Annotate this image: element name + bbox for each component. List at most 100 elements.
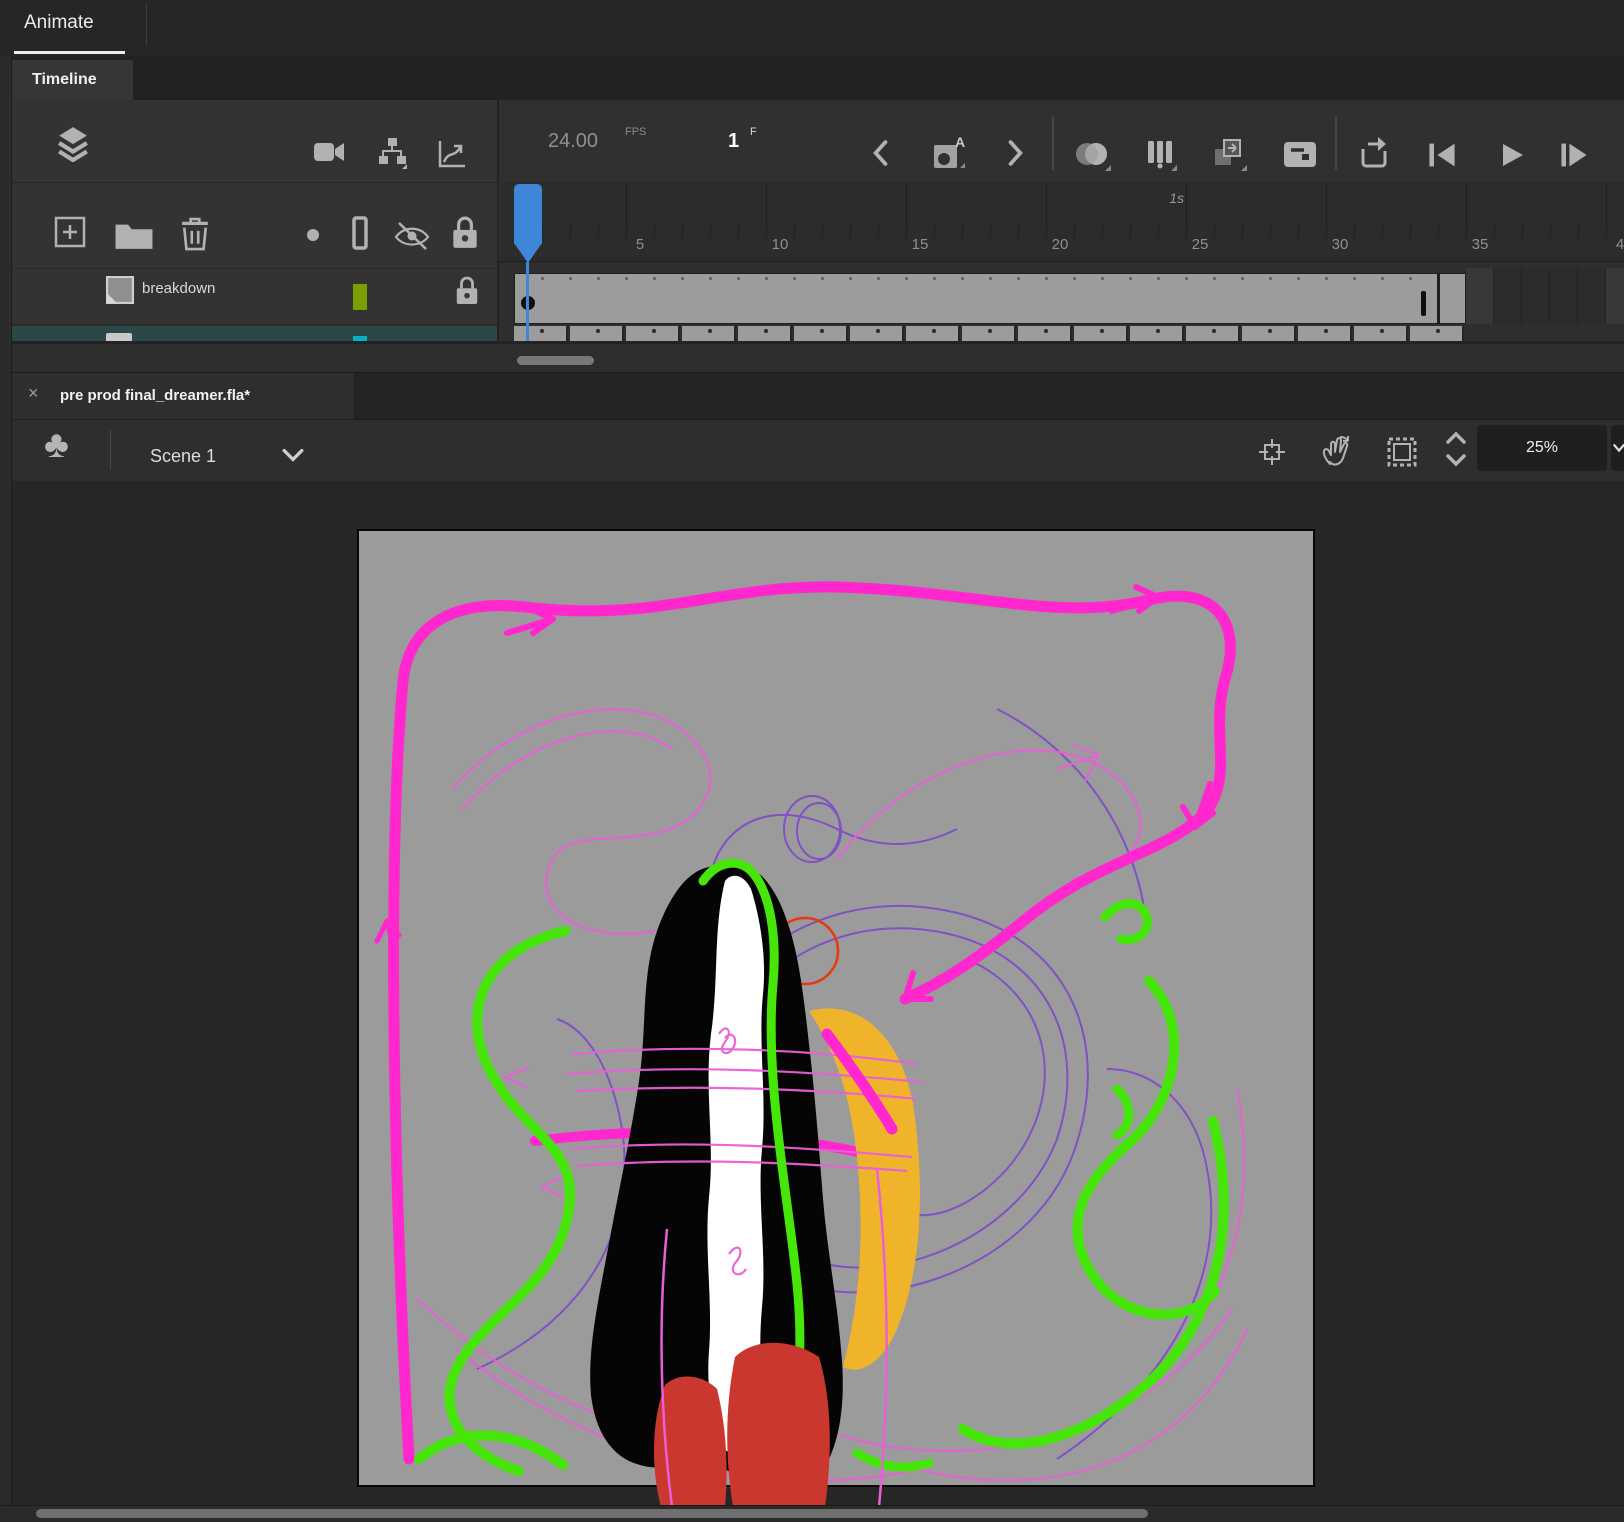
layer-row-breakdown[interactable]: [12, 268, 497, 324]
empty-frame-cell[interactable]: [1466, 268, 1494, 324]
keyframe-cell[interactable]: [1438, 273, 1466, 324]
layer-parenting-icon[interactable]: [376, 136, 408, 170]
ruler-frame-tick: [850, 224, 851, 238]
onion-skin-icon[interactable]: [1074, 140, 1114, 172]
camera-icon[interactable]: [313, 138, 345, 166]
center-stage-icon[interactable]: [1256, 436, 1288, 468]
zoom-stepper[interactable]: [1440, 426, 1472, 472]
loop-playback-icon[interactable]: [1356, 136, 1392, 172]
empty-frame-cell[interactable]: [1522, 268, 1550, 324]
edit-bar: [0, 419, 1624, 481]
ruler-frame-tick: [1102, 224, 1103, 238]
span-frame-dot: [821, 277, 824, 280]
outline-all-layers-icon[interactable]: [351, 216, 369, 250]
close-document-icon[interactable]: ×: [28, 383, 39, 404]
app-top-bar: Animate: [0, 0, 1624, 56]
tab-timeline[interactable]: Timeline: [12, 60, 133, 100]
ruler-frame-label: 30: [1320, 236, 1360, 253]
horizontal-scrollbar-thumb[interactable]: [36, 1509, 1148, 1518]
layer2-cell-dot: [932, 329, 936, 333]
layer-name-label[interactable]: breakdown: [142, 280, 215, 297]
span-frame-dot: [1101, 277, 1104, 280]
scene-breadcrumb[interactable]: Scene 1: [150, 446, 216, 467]
timeline-ruler-seconds[interactable]: [498, 182, 1624, 224]
ruler-second-divider: [1606, 182, 1607, 224]
onion-skin-outlines-icon[interactable]: [1144, 138, 1178, 172]
stage-canvas[interactable]: [357, 529, 1315, 1510]
ruler-second-divider: [1046, 182, 1047, 224]
span-frame-dot: [933, 277, 936, 280]
ruler-frame-tick: [1410, 224, 1411, 238]
new-folder-icon[interactable]: [114, 220, 154, 250]
ruler-frame-tick: [990, 224, 991, 238]
span-frame-dot: [1157, 277, 1160, 280]
lock-all-layers-icon[interactable]: [450, 216, 480, 250]
span-frame-dot: [1325, 277, 1328, 280]
playhead-line: [526, 262, 529, 341]
layer2-cell-dot: [1100, 329, 1104, 333]
playhead-handle[interactable]: [514, 184, 542, 244]
auto-keyframe-icon[interactable]: A: [930, 134, 968, 172]
span-frame-dot: [1353, 277, 1356, 280]
layer-color-swatch[interactable]: [353, 284, 367, 310]
layer2-cell-dot: [596, 329, 600, 333]
ruler-frame-tick: [1298, 224, 1299, 238]
ruler-frame-tick: [1130, 224, 1131, 238]
layer2-cell-dot: [1324, 329, 1328, 333]
ruler-frame-label: 35: [1460, 236, 1500, 253]
frame-span-breakdown[interactable]: [514, 273, 1438, 324]
zoom-dropdown-button[interactable]: [1611, 425, 1624, 471]
layers-stack-icon[interactable]: [56, 124, 90, 162]
span-frame-dot: [1381, 277, 1384, 280]
timeline-hscroll-thumb[interactable]: [517, 356, 594, 365]
previous-keyframe-icon[interactable]: [872, 140, 888, 166]
current-frame-value[interactable]: 1: [728, 130, 739, 153]
empty-frame-cell[interactable]: [1606, 268, 1624, 324]
span-frame-dot: [1409, 277, 1412, 280]
span-frame-dot: [989, 277, 992, 280]
new-layer-icon[interactable]: [54, 216, 86, 248]
svg-text:A: A: [955, 134, 965, 150]
ruler-second-divider: [906, 182, 907, 224]
app-tab-animate[interactable]: Animate: [24, 12, 94, 34]
layer-row-selected[interactable]: [12, 326, 497, 341]
hide-all-layers-icon[interactable]: [392, 220, 432, 252]
empty-frame-cell[interactable]: [1578, 268, 1606, 324]
highlight-layers-icon[interactable]: [306, 228, 320, 242]
play-icon[interactable]: [1498, 140, 1526, 170]
ruler-frame-tick: [1242, 224, 1243, 238]
span-frame-dot: [625, 277, 628, 280]
empty-frame-cell[interactable]: [1550, 268, 1578, 324]
layer-lock-icon[interactable]: [454, 276, 480, 306]
next-keyframe-icon[interactable]: [1008, 140, 1024, 166]
rotate-canvas-hand-icon[interactable]: [1318, 432, 1356, 470]
clip-content-outside-stage-icon[interactable]: [1386, 436, 1418, 468]
fps-value[interactable]: 24.00: [548, 130, 598, 153]
span-frame-dot: [877, 277, 880, 280]
ruler-frame-label: 20: [1040, 236, 1080, 253]
step-forward-icon[interactable]: [1558, 140, 1590, 170]
frame-display-options-icon[interactable]: [1282, 140, 1318, 170]
ruler-second-divider: [1186, 182, 1187, 224]
ruler-frame-label: 25: [1180, 236, 1220, 253]
scene-dropdown-chevron-icon[interactable]: [282, 448, 304, 462]
ruler-frame-tick: [710, 224, 711, 238]
graph-editor-icon[interactable]: [436, 138, 468, 170]
empty-frame-cell[interactable]: [1494, 268, 1522, 324]
span-frame-dot: [1045, 277, 1048, 280]
step-back-icon[interactable]: [1426, 140, 1458, 170]
span-frame-dot: [737, 277, 740, 280]
ruler-frame-tick: [1382, 224, 1383, 238]
edit-multiple-frames-icon[interactable]: [1212, 136, 1248, 172]
span-frame-dot: [597, 277, 600, 280]
layer-thumbnail-icon: [106, 276, 134, 304]
span-frame-dot: [681, 277, 684, 280]
span-frame-dot: [653, 277, 656, 280]
span-frame-dot: [709, 277, 712, 280]
layer2-cell-dot: [1380, 329, 1384, 333]
animate-app-window: Animate Timeline 24.00 FPS 1 F A: [0, 0, 1624, 1522]
delete-layer-icon[interactable]: [180, 214, 210, 252]
symbol-clubs-icon[interactable]: ♣: [44, 424, 69, 467]
zoom-level-input[interactable]: 25%: [1477, 425, 1607, 471]
ruler-frame-tick: [962, 224, 963, 238]
